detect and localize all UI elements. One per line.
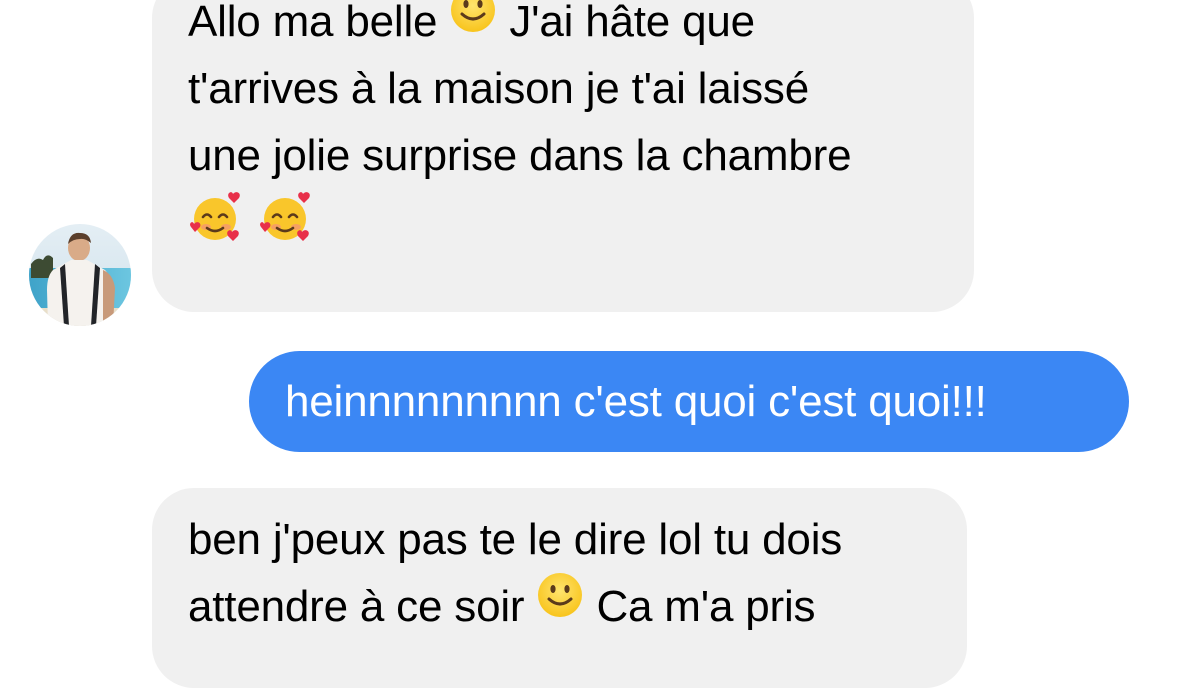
- avatar-photo: [29, 224, 131, 326]
- message-text: attendre à ce soir: [188, 582, 525, 631]
- slightly-smiling-face-icon: [536, 571, 584, 638]
- incoming-message-bubble[interactable]: Allo ma belle J'ai hâte que t'arrives à …: [152, 0, 974, 312]
- message-line: une jolie surprise dans la chambre: [188, 131, 852, 180]
- message-text: J'ai hâte que: [509, 0, 755, 46]
- chat-thread: Allo ma belle J'ai hâte que t'arrives à …: [0, 0, 1200, 688]
- incoming-message-bubble[interactable]: ben j'peux pas te le dire lol tu dois at…: [152, 488, 967, 688]
- message-line: ben j'peux pas te le dire lol tu dois: [188, 515, 843, 564]
- message-text: Ca m'a pris: [596, 582, 816, 631]
- slightly-smiling-face-icon: [449, 0, 497, 53]
- outgoing-message-bubble[interactable]: heinnnnnnnnn c'est quoi c'est quoi!!!: [249, 351, 1129, 452]
- contact-avatar[interactable]: [29, 224, 131, 326]
- message-line: Allo ma belle J'ai hâte que: [188, 0, 938, 55]
- smiling-face-with-hearts-icon: [188, 188, 246, 265]
- message-text: Allo ma belle: [188, 0, 438, 46]
- emoji-line: [188, 192, 938, 265]
- message-line: t'arrives à la maison je t'ai laissé: [188, 64, 809, 113]
- smiling-face-with-hearts-icon: [258, 188, 316, 265]
- message-text: heinnnnnnnnn c'est quoi c'est quoi!!!: [285, 377, 987, 426]
